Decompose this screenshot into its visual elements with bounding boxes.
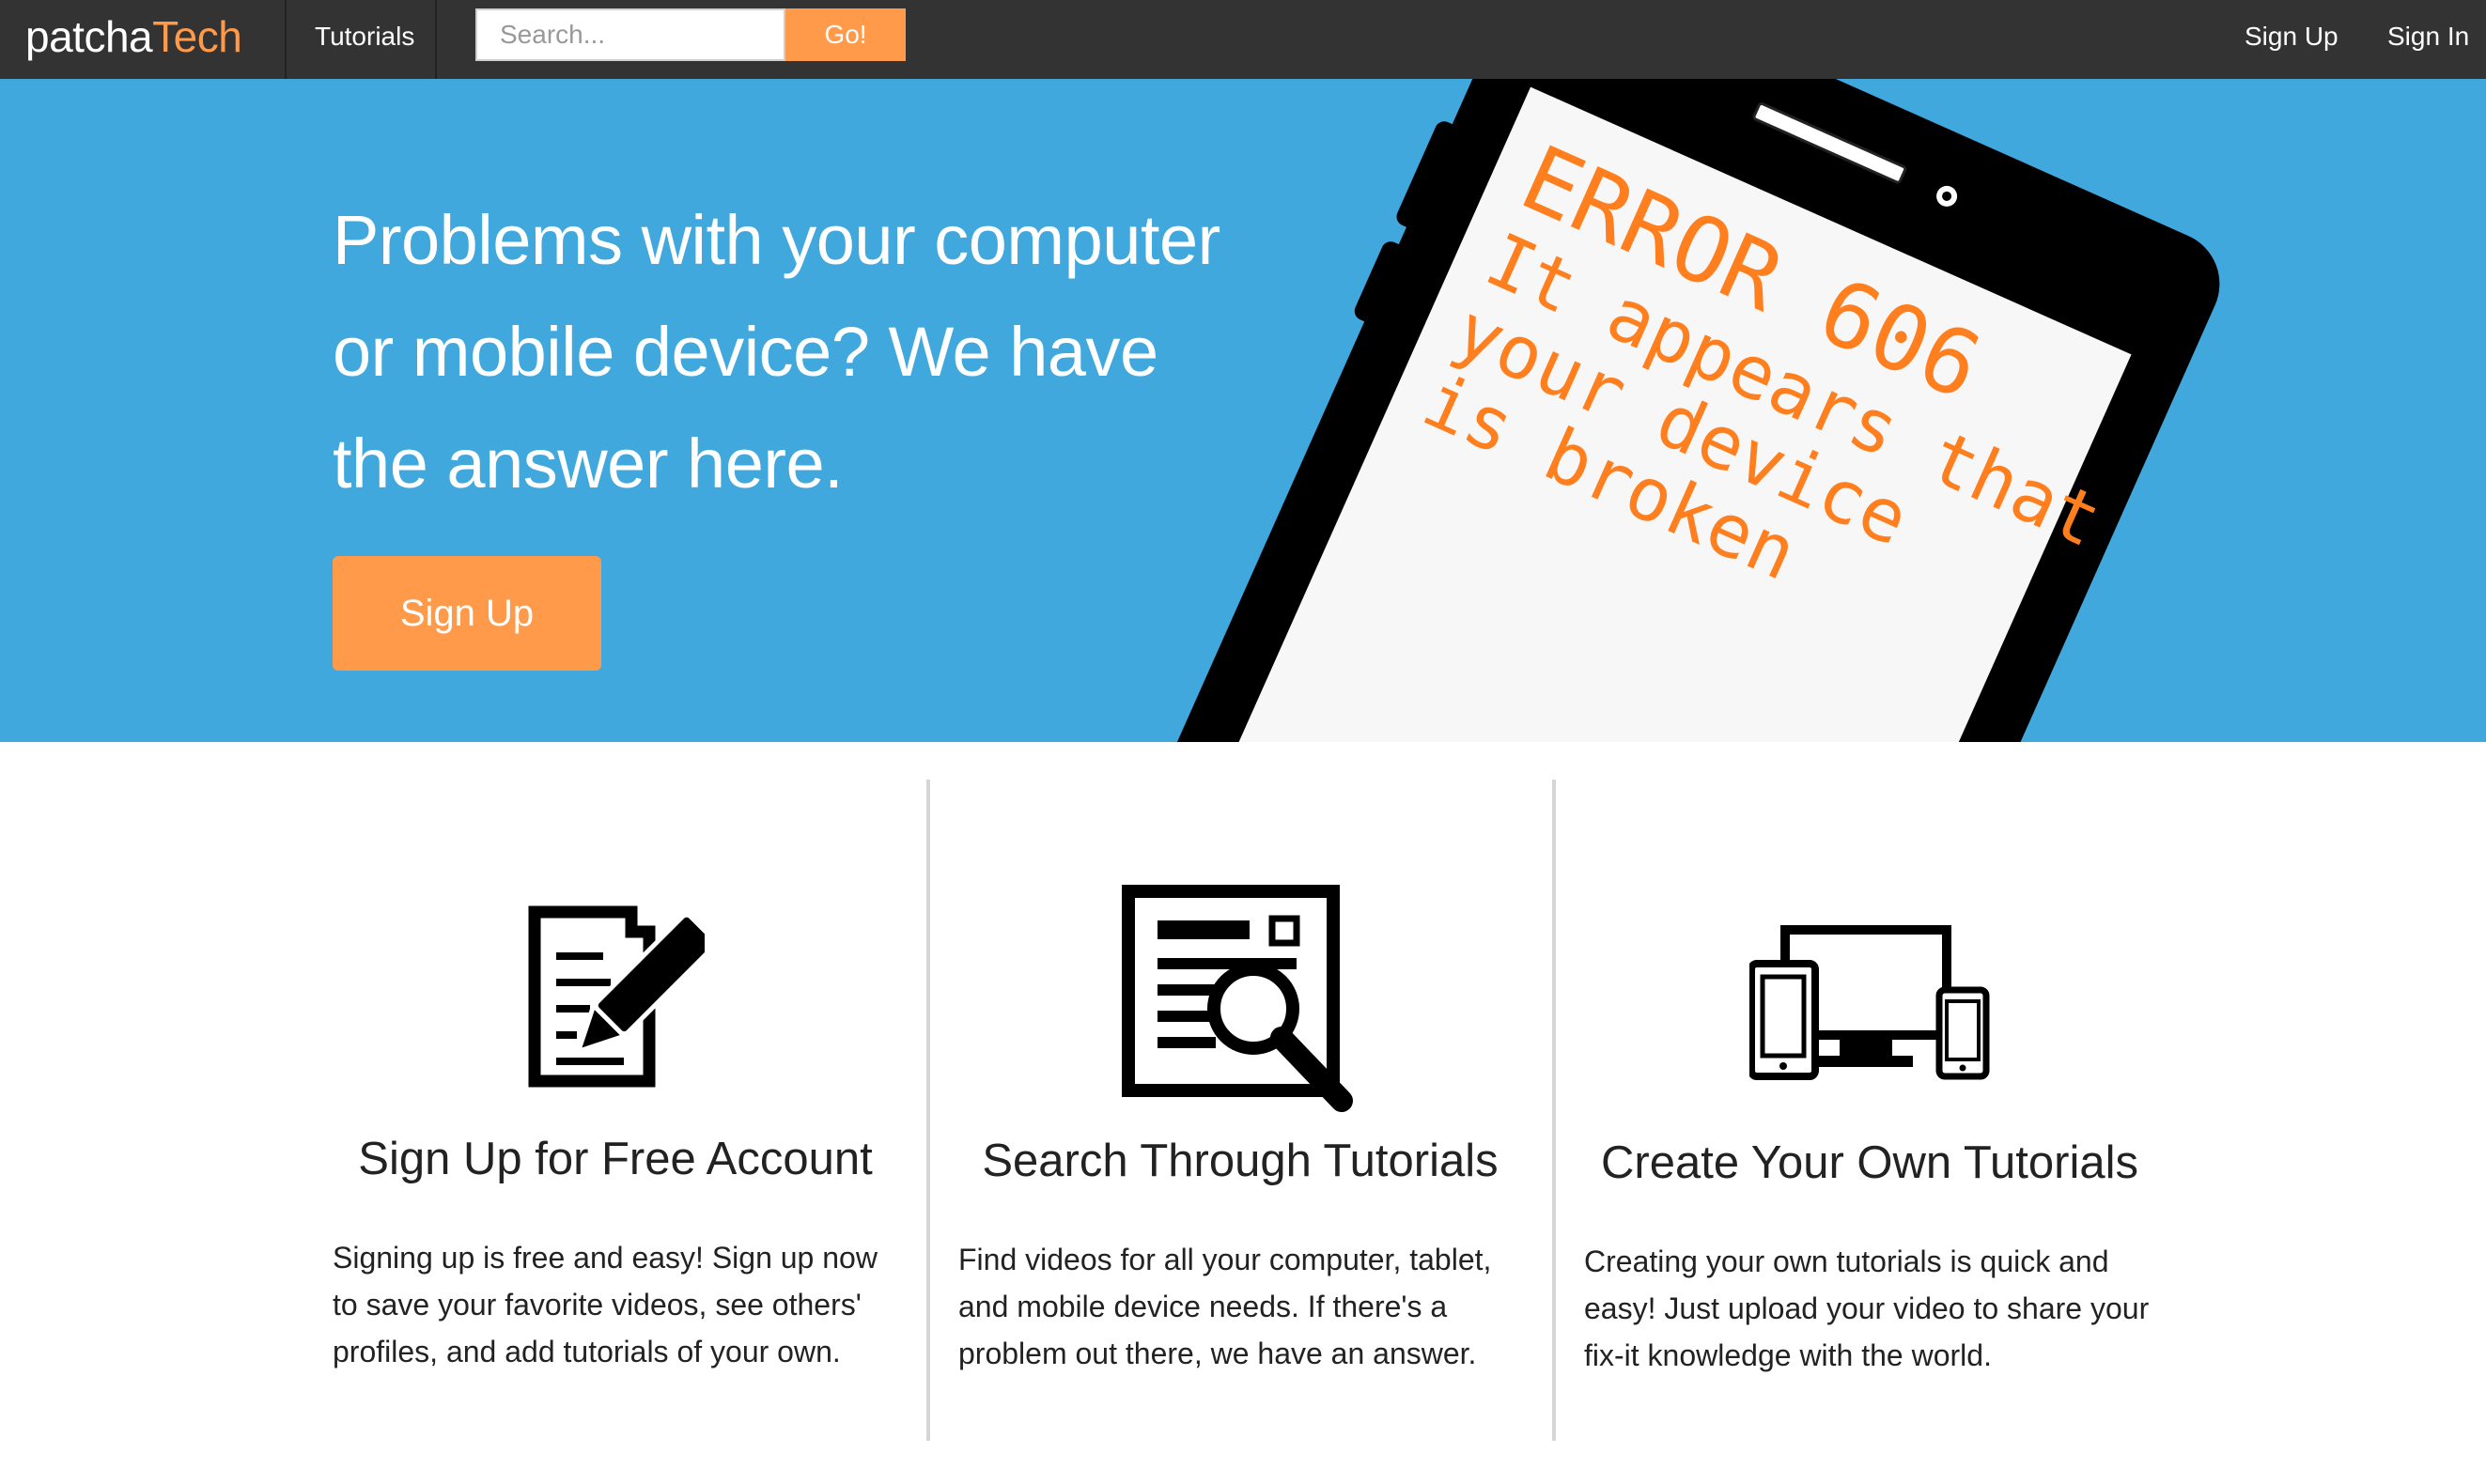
document-line (556, 1005, 590, 1013)
feature-divider (1552, 780, 1556, 1441)
feature-description-line: Find videos for all your computer, table… (958, 1243, 1492, 1276)
hero-headline-line: Problems with your computer (333, 201, 1220, 279)
feature-description: Creating your own tutorials is quick and… (1584, 1238, 2150, 1379)
browser-text-line (1158, 1011, 1216, 1022)
nav-link-sign-in[interactable]: Sign In (2387, 0, 2469, 79)
document-line (556, 1031, 577, 1039)
search-go-button[interactable]: Go! (785, 8, 906, 61)
feature-title: Search Through Tutorials (982, 1136, 1499, 1186)
browser-button (1268, 915, 1300, 947)
brand-name-part2: Tech (152, 12, 242, 61)
browser-search-icon (1122, 885, 1353, 1112)
feature-description-line: profiles, and add tutorials of your own. (333, 1335, 841, 1368)
feature-description-line: and mobile device needs. If there's a (958, 1290, 1448, 1323)
tablet-device-button (1779, 1062, 1787, 1070)
document-line (556, 1058, 624, 1065)
feature-title: Create Your Own Tutorials (1601, 1137, 2138, 1188)
feature-title: Sign Up for Free Account (358, 1134, 873, 1184)
devices-icon (1749, 925, 1990, 1080)
document-line (556, 952, 603, 960)
feature-description-line: fix-it knowledge with the world. (1584, 1338, 1992, 1372)
hero-headline-line: or mobile device? We have (333, 313, 1158, 391)
browser-text-line (1158, 958, 1297, 969)
hero-sign-up-button[interactable]: Sign Up (333, 556, 601, 671)
feature-description: Find videos for all your computer, table… (958, 1236, 1522, 1377)
nav-link-sign-up[interactable]: Sign Up (2245, 0, 2338, 79)
feature-description: Signing up is free and easy! Sign up now… (333, 1234, 896, 1375)
feature-divider (926, 780, 930, 1441)
document-pencil-icon (528, 905, 705, 1088)
feature-description-line: Signing up is free and easy! Sign up now (333, 1241, 878, 1275)
browser-text-line (1158, 984, 1216, 996)
browser-text-line (1158, 1037, 1216, 1048)
top-navbar: patchaTech Tutorials Go! Sign Up Sign In (0, 0, 2486, 79)
hero-headline-line: the answer here. (333, 425, 844, 502)
brand-logo[interactable]: patchaTech (25, 0, 242, 79)
hero-headline: Problems with your computer or mobile de… (333, 184, 1253, 519)
brand-name-part1: patcha (25, 12, 153, 61)
search-input[interactable] (475, 8, 785, 61)
browser-bar (1158, 920, 1250, 939)
feature-description-line: to save your favorite videos, see others… (333, 1288, 862, 1322)
nav-divider (435, 0, 437, 79)
nav-link-tutorials[interactable]: Tutorials (315, 0, 414, 79)
phone-device-button (1959, 1064, 1966, 1072)
feature-description-line: easy! Just upload your video to share yo… (1584, 1291, 2150, 1325)
feature-description-line: Creating your own tutorials is quick and (1584, 1244, 2109, 1278)
hero-banner: ERROR 606 It appears that your device is… (0, 79, 2486, 742)
monitor-base (1819, 1056, 1913, 1067)
feature-description-line: problem out there, we have an answer. (958, 1337, 1477, 1370)
nav-divider (285, 0, 287, 79)
document-line (556, 979, 611, 986)
